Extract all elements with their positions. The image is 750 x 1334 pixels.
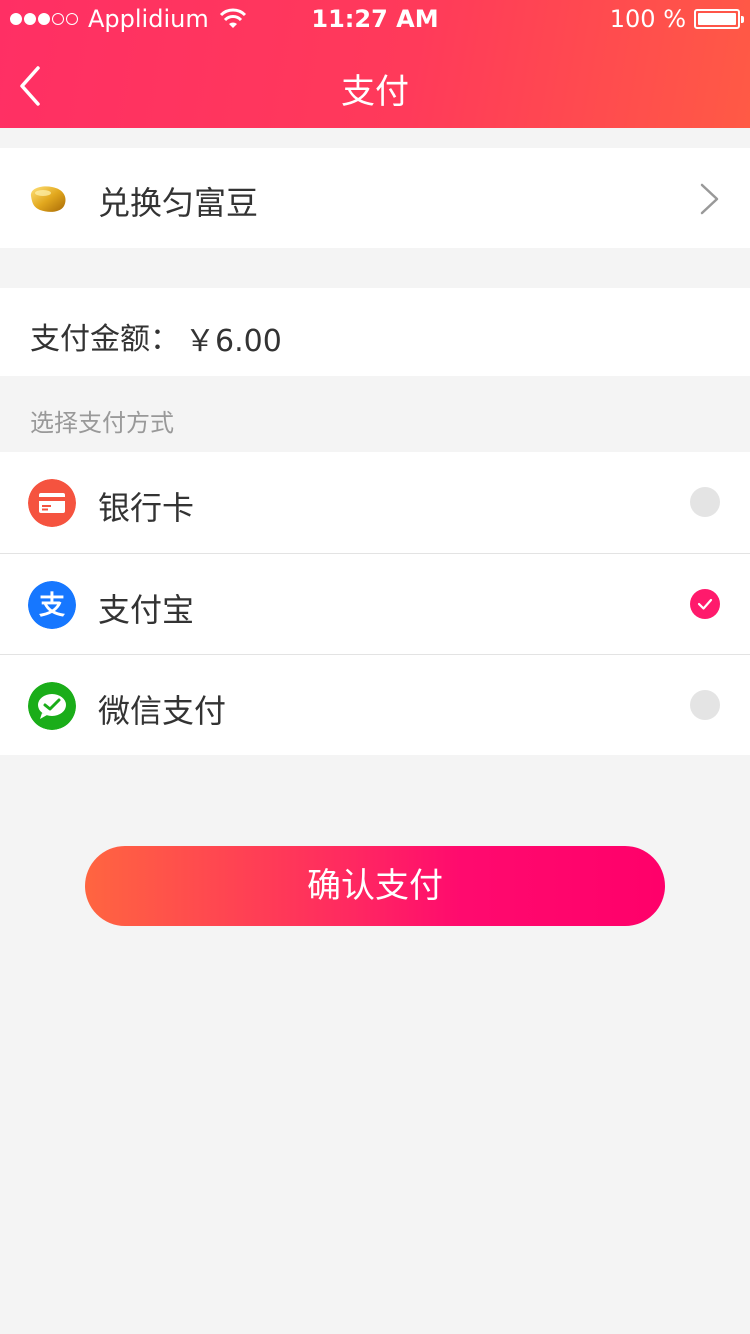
payment-method-bank-card[interactable]: 银行卡 bbox=[0, 452, 750, 553]
payment-method-label: 银行卡 bbox=[98, 489, 195, 527]
radio-button-checked[interactable] bbox=[690, 589, 720, 619]
page-title: 支付 bbox=[341, 72, 409, 112]
payment-method-label: 支付宝 bbox=[98, 591, 195, 629]
payment-method-wechat[interactable]: 微信支付 bbox=[0, 654, 750, 755]
bean-icon bbox=[30, 186, 66, 212]
exchange-label: 兑换匀富豆 bbox=[98, 184, 259, 222]
amount-value: ￥6.00 bbox=[185, 324, 282, 359]
amount-label: 支付金额： bbox=[30, 322, 180, 357]
alipay-icon: 支 bbox=[28, 581, 76, 629]
radio-button[interactable] bbox=[690, 690, 720, 720]
app-header: Applidium 11:27 AM 100 % 支付 bbox=[0, 0, 750, 128]
payment-method-alipay[interactable]: 支 支付宝 bbox=[0, 553, 750, 654]
bank-card-icon bbox=[28, 479, 76, 527]
battery-percent: 100 % bbox=[609, 5, 686, 33]
confirm-payment-button[interactable]: 确认支付 bbox=[85, 846, 665, 926]
payment-method-label: 微信支付 bbox=[98, 692, 227, 730]
payment-amount-row: 支付金额： ￥6.00 bbox=[0, 288, 750, 376]
radio-button[interactable] bbox=[690, 487, 720, 517]
status-right: 100 % bbox=[609, 5, 744, 33]
wechat-pay-icon bbox=[28, 682, 76, 730]
payment-method-section-title: 选择支付方式 bbox=[30, 409, 174, 437]
chevron-right-icon bbox=[700, 183, 719, 215]
payment-method-list: 银行卡 支 支付宝 微信支付 bbox=[0, 452, 750, 755]
exchange-bean-row[interactable]: 兑换匀富豆 bbox=[0, 148, 750, 248]
status-bar: Applidium 11:27 AM 100 % bbox=[0, 0, 750, 40]
checkmark-icon bbox=[697, 598, 713, 610]
svg-text:支: 支 bbox=[39, 591, 65, 621]
battery-icon bbox=[694, 9, 744, 29]
